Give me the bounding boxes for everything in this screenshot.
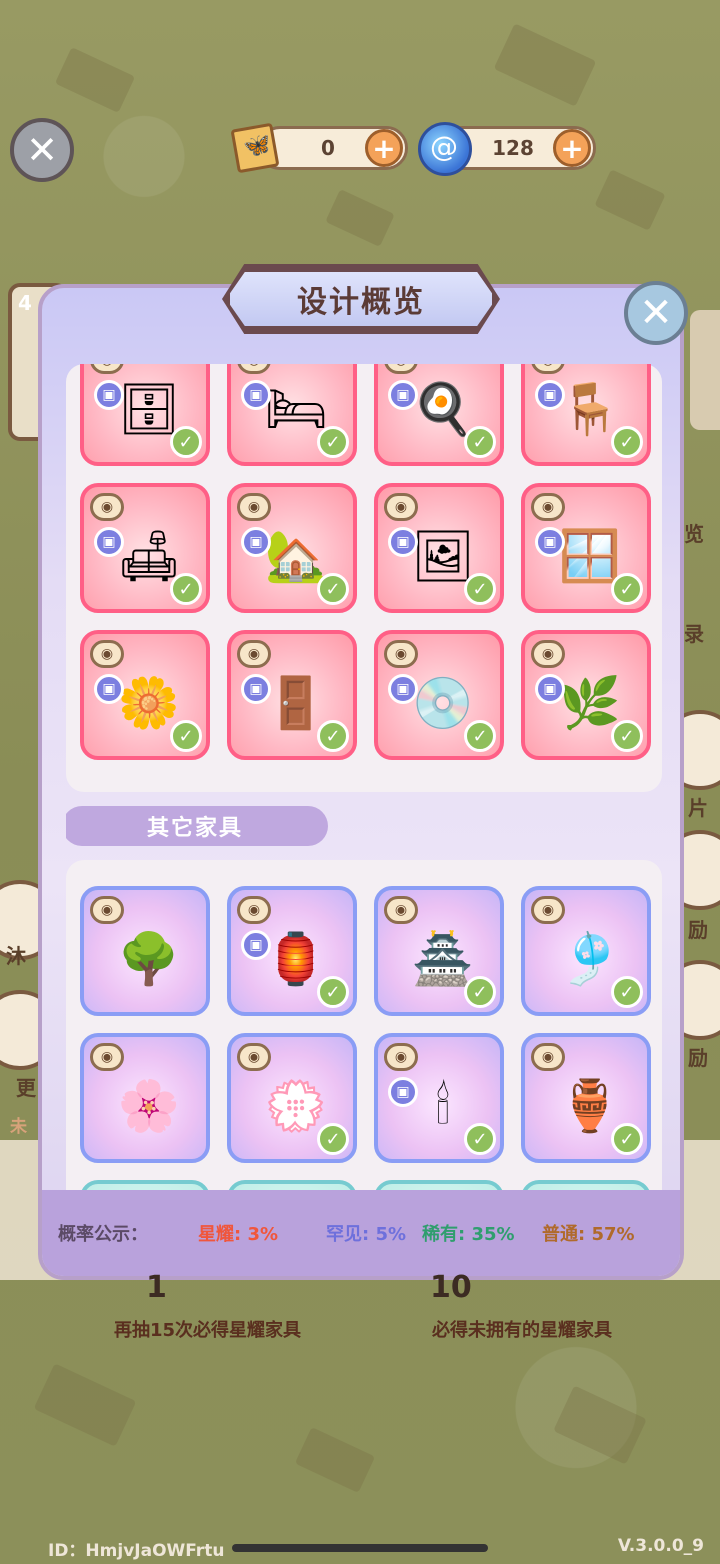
furniture-set-icon: ▣ [241,674,271,704]
player-id: ID：HmjvJaOWFrtu [48,1541,225,1561]
butterfly-scroll-icon: 🦋 [230,118,284,174]
close-icon: ✕ [26,128,58,172]
furniture-card-tree[interactable]: ◉ 🌳 [80,886,210,1016]
bg-side-label: 励 [688,1046,708,1070]
owned-check-icon: ✓ [611,976,643,1008]
furniture-card-office-chair[interactable]: ◉▣🪑✓ [521,364,651,466]
owned-check-icon: ✓ [464,720,496,752]
owned-check-icon: ✓ [170,573,202,605]
furniture-card-flower-canopy-bed[interactable]: ◉ ▣ 🏡 ✓ [227,483,357,613]
section-header-other: 其它家具 [66,806,328,846]
tree-icon: 🌳 [117,930,181,988]
furniture-card-teal-item-4[interactable]: ◉ [521,1180,651,1190]
bg-side-label: 更 [16,1076,36,1100]
furniture-set-icon: ▣ [535,380,565,410]
furniture-card-kitchen-cabinet[interactable]: ◉▣🍳✓ [374,364,504,466]
bg-side-label: 览 [684,522,704,546]
furniture-set-icon: ▣ [535,674,565,704]
draw-once-count: 1 [146,1270,167,1305]
furniture-card-flower-wall[interactable]: ◉ ▣ 🌼 ✓ [80,630,210,760]
probability-common: 普通: 57% [542,1224,635,1245]
furniture-card-stone-lantern[interactable]: ◉ ▣ 🏮 ✓ [227,886,357,1016]
close-icon: ✕ [639,290,673,336]
furniture-card-lattice-screen[interactable]: ◉ 🏯 ✓ [374,886,504,1016]
bg-side-label: 沐 [6,944,26,968]
furniture-set-icon: ▣ [388,1077,418,1107]
probability-uncommon: 罕见: 5% [326,1224,407,1245]
bg-side-label: 片 [688,796,708,820]
owned-check-icon: ✓ [170,426,202,458]
furniture-set-icon: ▣ [241,930,271,960]
owned-check-icon: ✓ [317,720,349,752]
owned-check-icon: ✓ [611,720,643,752]
owned-check-icon: ✓ [317,573,349,605]
bg-side-label: 未 [10,1117,27,1137]
furniture-set-icon: ▣ [535,527,565,557]
furniture-card-easel[interactable]: ◉ ▣ 🖼 ✓ [374,483,504,613]
furniture-set-icon: ▣ [94,674,124,704]
furniture-card-cream-sofa[interactable]: ◉ ▣ 🛋 ✓ [80,483,210,613]
owned-check-icon: ✓ [170,720,202,752]
owned-check-icon: ✓ [464,976,496,1008]
pity-hint-right: 必得未拥有的星耀家具 [432,1320,612,1341]
furniture-card-wooden-door[interactable]: ◉ ▣ 🚪 ✓ [227,630,357,760]
version-label: V.3.0.0_9 [617,1536,704,1556]
other-furniture-section: ◉🌳◉▣🏮✓◉🏯✓◉🎐✓ ◉🌸◉💮✓◉▣🕯✓◉🏺✓ ◉ ◉ ◉ ◉ [66,860,662,1190]
dialog-title: 设计概览 [226,268,496,330]
owned-check-icon: ✓ [317,1123,349,1155]
add-butterfly-button[interactable]: + [365,129,403,167]
owned-check-icon: ✓ [317,426,349,458]
pity-hint-left: 再抽15次必得星耀家具 [114,1320,302,1341]
furniture-set-icon: ▣ [241,527,271,557]
owned-check-icon: ✓ [317,976,349,1008]
furniture-card-wooden-desk[interactable]: ◉▣🗄✓ [80,364,210,466]
draw-ten-count: 10 [430,1270,472,1305]
bg-right-panel [690,310,720,430]
furniture-set-icon: ▣ [94,527,124,557]
design-overview-dialog: ◉▣🗄✓◉▣🛏✓◉▣🍳✓◉▣🪑✓ ◉▣🛋✓◉▣🏡✓◉▣🖼✓◉▣🪟✓ ◉▣🌼✓◉▣🚪✓… [38,284,684,1280]
blue-orb-icon: @ [418,122,472,176]
furniture-set-icon: ▣ [241,380,271,410]
furniture-card-glass-counter[interactable]: ◉ ▣ 🌿 ✓ [521,630,651,760]
featured-section: ◉▣🗄✓◉▣🛏✓◉▣🍳✓◉▣🪑✓ ◉▣🛋✓◉▣🏡✓◉▣🖼✓◉▣🪟✓ ◉▣🌼✓◉▣🚪✓… [66,364,662,792]
owned-check-icon: ✓ [611,573,643,605]
furniture-set-icon: ▣ [388,674,418,704]
furniture-card-teal-item-1[interactable]: ◉ [80,1180,210,1190]
bg-side-label: 录 [684,622,704,646]
owned-check-icon: ✓ [611,426,643,458]
close-dialog-button[interactable]: ✕ [624,281,688,345]
furniture-card-fan-lamp[interactable]: ◉ 🎐 ✓ [521,886,651,1016]
furniture-card-flower-mat[interactable]: ◉ 💮 ✓ [227,1033,357,1163]
add-orb-button[interactable]: + [553,129,591,167]
furniture-set-icon: ▣ [388,527,418,557]
probability-label: 概率公示： [58,1224,148,1245]
home-indicator[interactable] [232,1544,488,1552]
furniture-card-teal-item-2[interactable]: ◉ [227,1180,357,1190]
bg-level-badge: 4 [18,291,32,315]
bg-side-label: 励 [688,918,708,942]
furniture-card-candle[interactable]: ◉ ▣ 🕯 ✓ [374,1033,504,1163]
furniture-card-teal-item-3[interactable]: ◉ [374,1180,504,1190]
owned-check-icon: ✓ [611,1123,643,1155]
owned-check-icon: ✓ [464,573,496,605]
probability-footer: 概率公示： 星耀: 3% 罕见: 5% 稀有: 35% 普通: 57% [42,1190,680,1276]
owned-check-icon: ✓ [464,426,496,458]
furniture-card-window-nook[interactable]: ◉ ▣ 🪟 ✓ [521,483,651,613]
probability-rare: 稀有: 35% [422,1224,515,1245]
furniture-set-icon: ▣ [94,380,124,410]
blossom-rug-icon: 🌸 [117,1077,181,1135]
furniture-card-record-shelf[interactable]: ◉ ▣ 💿 ✓ [374,630,504,760]
furniture-card-cherry-vase[interactable]: ◉ 🏺 ✓ [521,1033,651,1163]
owned-check-icon: ✓ [464,1123,496,1155]
probability-star: 星耀: 3% [198,1224,279,1245]
furniture-set-icon: ▣ [388,380,418,410]
dialog-scroll-area[interactable]: ◉▣🗄✓◉▣🛏✓◉▣🍳✓◉▣🪑✓ ◉▣🛋✓◉▣🏡✓◉▣🖼✓◉▣🪟✓ ◉▣🌼✓◉▣🚪✓… [66,364,664,1190]
close-main-button[interactable]: ✕ [10,118,74,182]
furniture-card-flower-bed[interactable]: ◉▣🛏✓ [227,364,357,466]
furniture-card-blossom-rug[interactable]: ◉ 🌸 [80,1033,210,1163]
